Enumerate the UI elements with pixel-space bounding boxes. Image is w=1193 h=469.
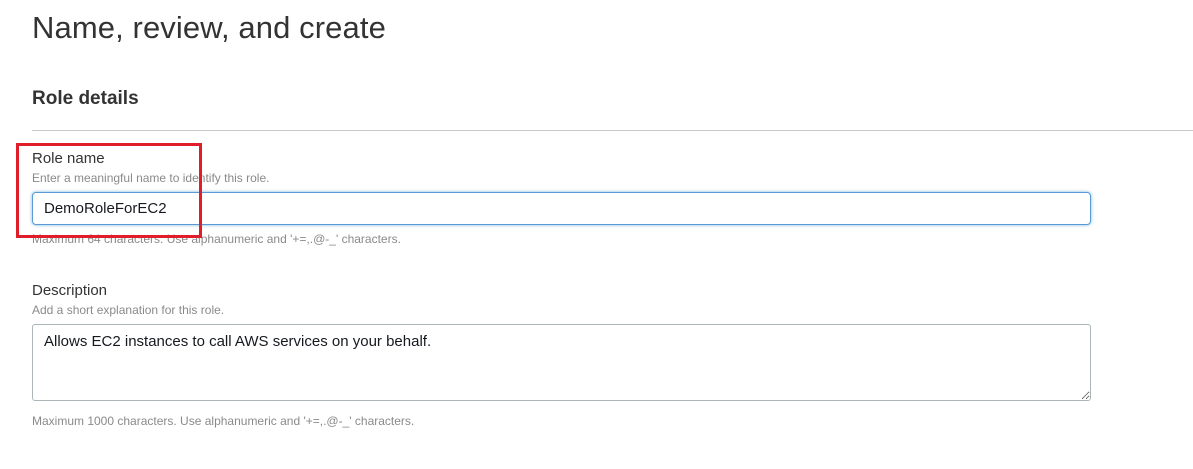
section-title-role-details: Role details [32,88,139,109]
description-description: Add a short explanation for this role. [32,303,225,317]
section-divider [32,130,1193,131]
description-constraint: Maximum 1000 characters. Use alphanumeri… [32,414,415,428]
role-name-constraint: Maximum 64 characters. Use alphanumeric … [32,232,401,246]
description-textarea[interactable]: Allows EC2 instances to call AWS service… [32,324,1091,401]
role-name-input[interactable] [32,192,1091,225]
role-name-label: Role name [32,150,105,167]
description-label: Description [32,282,108,299]
page-title: Name, review, and create [32,10,386,45]
role-name-description: Enter a meaningful name to identify this… [32,171,270,185]
page: Name, review, and create Role details Ro… [0,0,1193,469]
